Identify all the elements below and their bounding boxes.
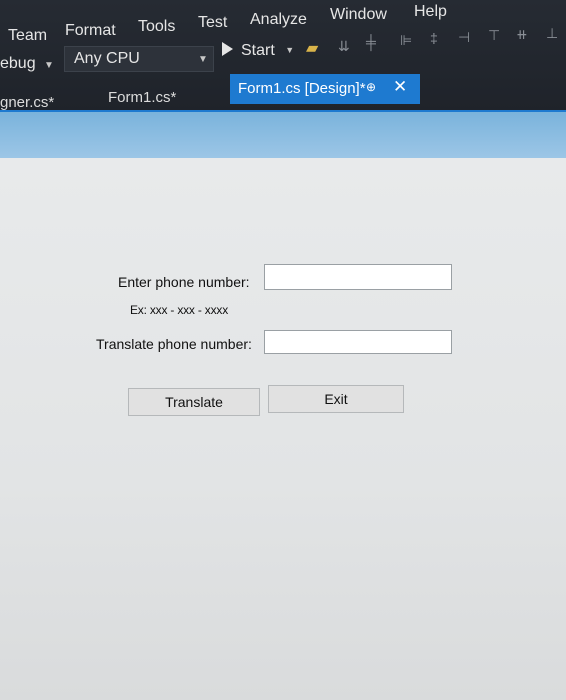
close-icon[interactable]: ✕ — [393, 77, 407, 97]
menu-test[interactable]: Test — [198, 14, 227, 32]
align-left-icon[interactable]: ⊫ — [400, 32, 412, 49]
phone-label: Enter phone number: — [118, 274, 250, 290]
menu-tools[interactable]: Tools — [138, 18, 175, 36]
menu-window[interactable]: Window — [330, 6, 387, 24]
menu-help[interactable]: Help — [414, 3, 447, 21]
translated-output[interactable] — [264, 330, 452, 354]
align-right-icon[interactable]: ⊣ — [458, 29, 470, 46]
size-width-icon[interactable]: ⧺ — [516, 26, 528, 43]
toolbar: ebug ▼ Any CPU ▼ Start ▼ ▰ ⇊ ╪ ⊫ ‡ ⊣ ⊤ ⧺… — [0, 25, 566, 78]
dropdown-arrow-icon[interactable]: ⇊ — [338, 38, 350, 55]
form-title-bar[interactable] — [0, 112, 566, 158]
form-body — [0, 158, 566, 700]
debug-config-label[interactable]: ebug — [0, 55, 36, 73]
start-label: Start — [241, 42, 275, 59]
align-top-icon[interactable]: ⊤ — [488, 27, 500, 44]
chevron-down-icon[interactable]: ▼ — [285, 45, 294, 55]
translate-label: Translate phone number: — [96, 336, 252, 352]
chevron-down-icon[interactable]: ▼ — [198, 54, 208, 65]
tab-form1-cs[interactable]: Form1.cs* — [108, 89, 176, 106]
platform-value: Any CPU — [74, 50, 140, 67]
attach-icon[interactable]: ▰ — [306, 38, 318, 58]
tab-designer-cs[interactable]: gner.cs* — [0, 94, 54, 111]
chevron-down-icon[interactable]: ▼ — [44, 60, 54, 71]
tab-form1-design[interactable]: Form1.cs [Design]* ⊕ ✕ — [230, 74, 420, 104]
align-center-icon[interactable]: ╪ — [366, 34, 376, 50]
example-label: Ex: xxx - xxx - xxxx — [130, 303, 229, 317]
menu-analyze[interactable]: Analyze — [250, 11, 307, 29]
play-icon — [222, 42, 233, 56]
menu-format[interactable]: Format — [65, 22, 116, 40]
tab-form1-design-label: Form1.cs [Design]* — [238, 80, 366, 97]
phone-input[interactable] — [264, 264, 452, 290]
exit-button[interactable]: Exit — [268, 385, 404, 413]
start-button[interactable]: Start ▼ — [222, 42, 294, 66]
size-height-icon[interactable]: ⊥ — [546, 25, 558, 42]
pin-icon[interactable]: ⊕ — [366, 80, 376, 94]
align-middle-icon[interactable]: ‡ — [430, 30, 438, 46]
menu-bar: Team Format Tools Test Analyze Window He… — [0, 0, 566, 44]
translate-button[interactable]: Translate — [128, 388, 260, 416]
